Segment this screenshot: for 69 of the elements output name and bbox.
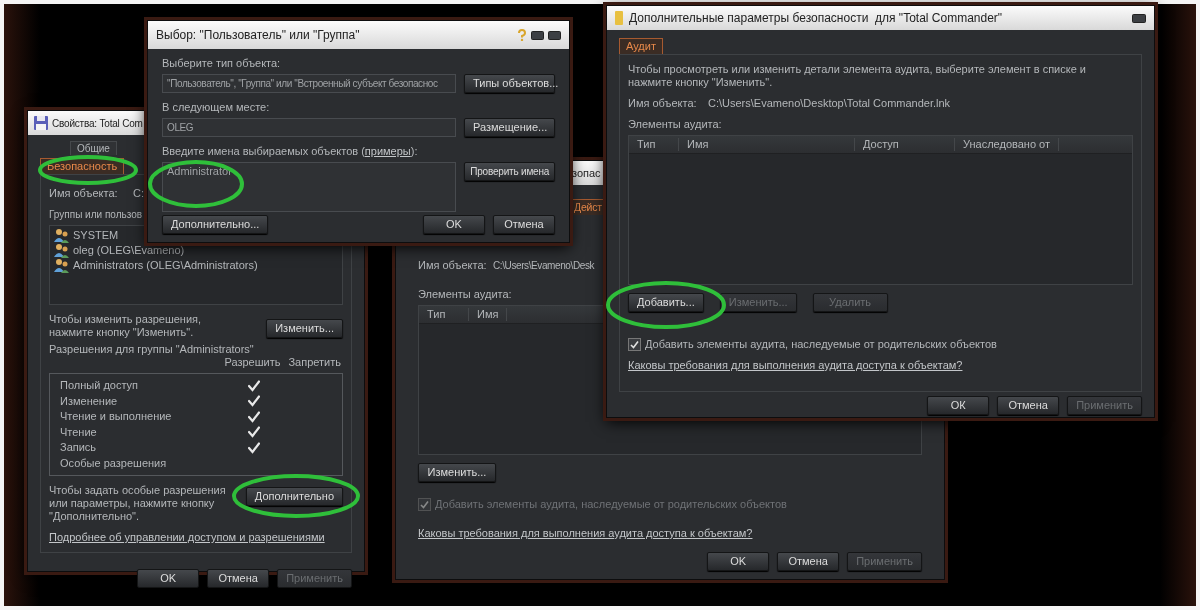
help-link[interactable]: Каковы требования для выполнения аудита доступа к объектам? <box>418 527 753 540</box>
field-label: Имя объекта: <box>418 259 488 272</box>
ok-button[interactable]: OK <box>423 215 485 234</box>
location-field[interactable]: OLEG <box>162 118 456 137</box>
hint-text: Чтобы изменить разрешения, нажмите кнопку "Изменить". <box>49 313 203 339</box>
field-value: C:\Users\Evameno\Desk <box>493 259 595 272</box>
field-value: C:\Users\Evameno\Desktop\Total Commander.lnk <box>708 97 951 110</box>
window-title: Выбор: "Пользователь" или "Группа" <box>156 28 360 42</box>
help-link[interactable]: Каковы требования для выполнения аудита доступа к объектам? <box>628 359 963 372</box>
field-value: C: <box>133 187 144 200</box>
ok-button[interactable]: OK <box>137 569 200 588</box>
help-icon <box>517 29 527 41</box>
field-label: Введите имена выбираемых объектов (примеры): <box>162 145 419 158</box>
checkbox[interactable] <box>628 338 641 351</box>
users-icon <box>54 243 69 258</box>
column-header: Унаследовано от <box>955 138 1060 151</box>
object-type-field[interactable]: "Пользователь", "Группа" или "Встроенный субъект безопаснос <box>162 74 456 93</box>
users-icon <box>54 228 69 243</box>
tab[interactable]: Дейст <box>572 199 604 215</box>
column-header: Доступ <box>855 138 955 151</box>
field-label: Имя объекта: <box>49 187 119 200</box>
column-header: Запретить <box>288 356 341 369</box>
cancel-button[interactable]: Отмена <box>493 215 555 234</box>
column-header: Тип <box>629 138 679 151</box>
add-button[interactable]: Добавить... <box>628 293 704 312</box>
checkbox-label: Добавить элементы аудита, наследуемые от родительских объектов <box>645 338 997 351</box>
field-label: В следующем месте: <box>162 101 271 114</box>
window-title: Свойства: Total Com <box>52 116 143 130</box>
column-header: Тип <box>419 308 469 321</box>
location-button[interactable]: Размещение... <box>464 118 555 137</box>
cancel-button[interactable]: Отмена <box>207 569 270 588</box>
hint-text: Чтобы просмотреть или изменить детали элемента аудита, выберите элемент в списке и нажмите кнопку "Изменить". <box>628 63 1087 89</box>
advanced-button[interactable]: Дополнительно... <box>162 215 269 234</box>
section-label: Элементы аудита: <box>628 118 723 131</box>
names-field[interactable]: Administrator <box>162 162 457 212</box>
users-icon <box>54 258 69 273</box>
permission-name: Чтение <box>60 425 98 439</box>
tab[interactable]: Аудит <box>619 38 663 54</box>
permission-name: Запись <box>60 441 98 455</box>
list-item[interactable]: Administrators (OLEG\Administrators) <box>73 259 258 272</box>
column-header: Имя <box>679 138 855 151</box>
window-title: Дополнительные параметры безопасности для "Total Commander" <box>629 11 1003 25</box>
section-label: Группы или пользов <box>49 208 143 221</box>
column-header: Разрешить <box>224 356 281 369</box>
window-title: зопас <box>572 166 601 180</box>
folder-icon <box>615 10 623 26</box>
cancel-button[interactable]: Отмена <box>777 552 840 571</box>
field-label: Выберите тип объекта: <box>162 57 282 70</box>
field-label: Имя объекта: <box>628 97 698 110</box>
checkbox-label: Добавить элементы аудита, наследуемые от родительских объектов <box>435 498 787 511</box>
change-button[interactable]: Изменить... <box>266 319 343 338</box>
ok-button[interactable]: OK <box>707 552 770 571</box>
permission-name: Полный доступ <box>60 379 140 393</box>
permission-name: Изменение <box>60 394 119 408</box>
permission-name: Чтение и выполнение <box>60 410 173 424</box>
section-label: Разрешения для группы "Administrators" <box>49 343 255 356</box>
cancel-button[interactable]: Отмена <box>997 396 1060 415</box>
list-item[interactable]: oleg (OLEG\Evameno) <box>73 244 185 257</box>
ok-button[interactable]: ОК <box>927 396 990 415</box>
help-link[interactable]: Подробнее об управлении доступом и разрешениями <box>49 531 325 544</box>
advanced-button[interactable]: Дополнительно <box>245 487 343 506</box>
tab[interactable]: Общие <box>70 141 117 155</box>
permission-name: Особые разрешения <box>60 456 168 470</box>
hint-text: Чтобы задать особые разрешения или параметры, нажмите кнопку "Дополнительно". <box>49 484 227 523</box>
check-names-button[interactable]: Проверить имена <box>464 162 555 181</box>
section-label: Элементы аудита: <box>418 288 513 301</box>
column-header: Имя <box>469 308 508 321</box>
list-item[interactable]: SYSTEM <box>73 229 119 242</box>
edit-button[interactable]: Изменить... <box>418 463 496 482</box>
